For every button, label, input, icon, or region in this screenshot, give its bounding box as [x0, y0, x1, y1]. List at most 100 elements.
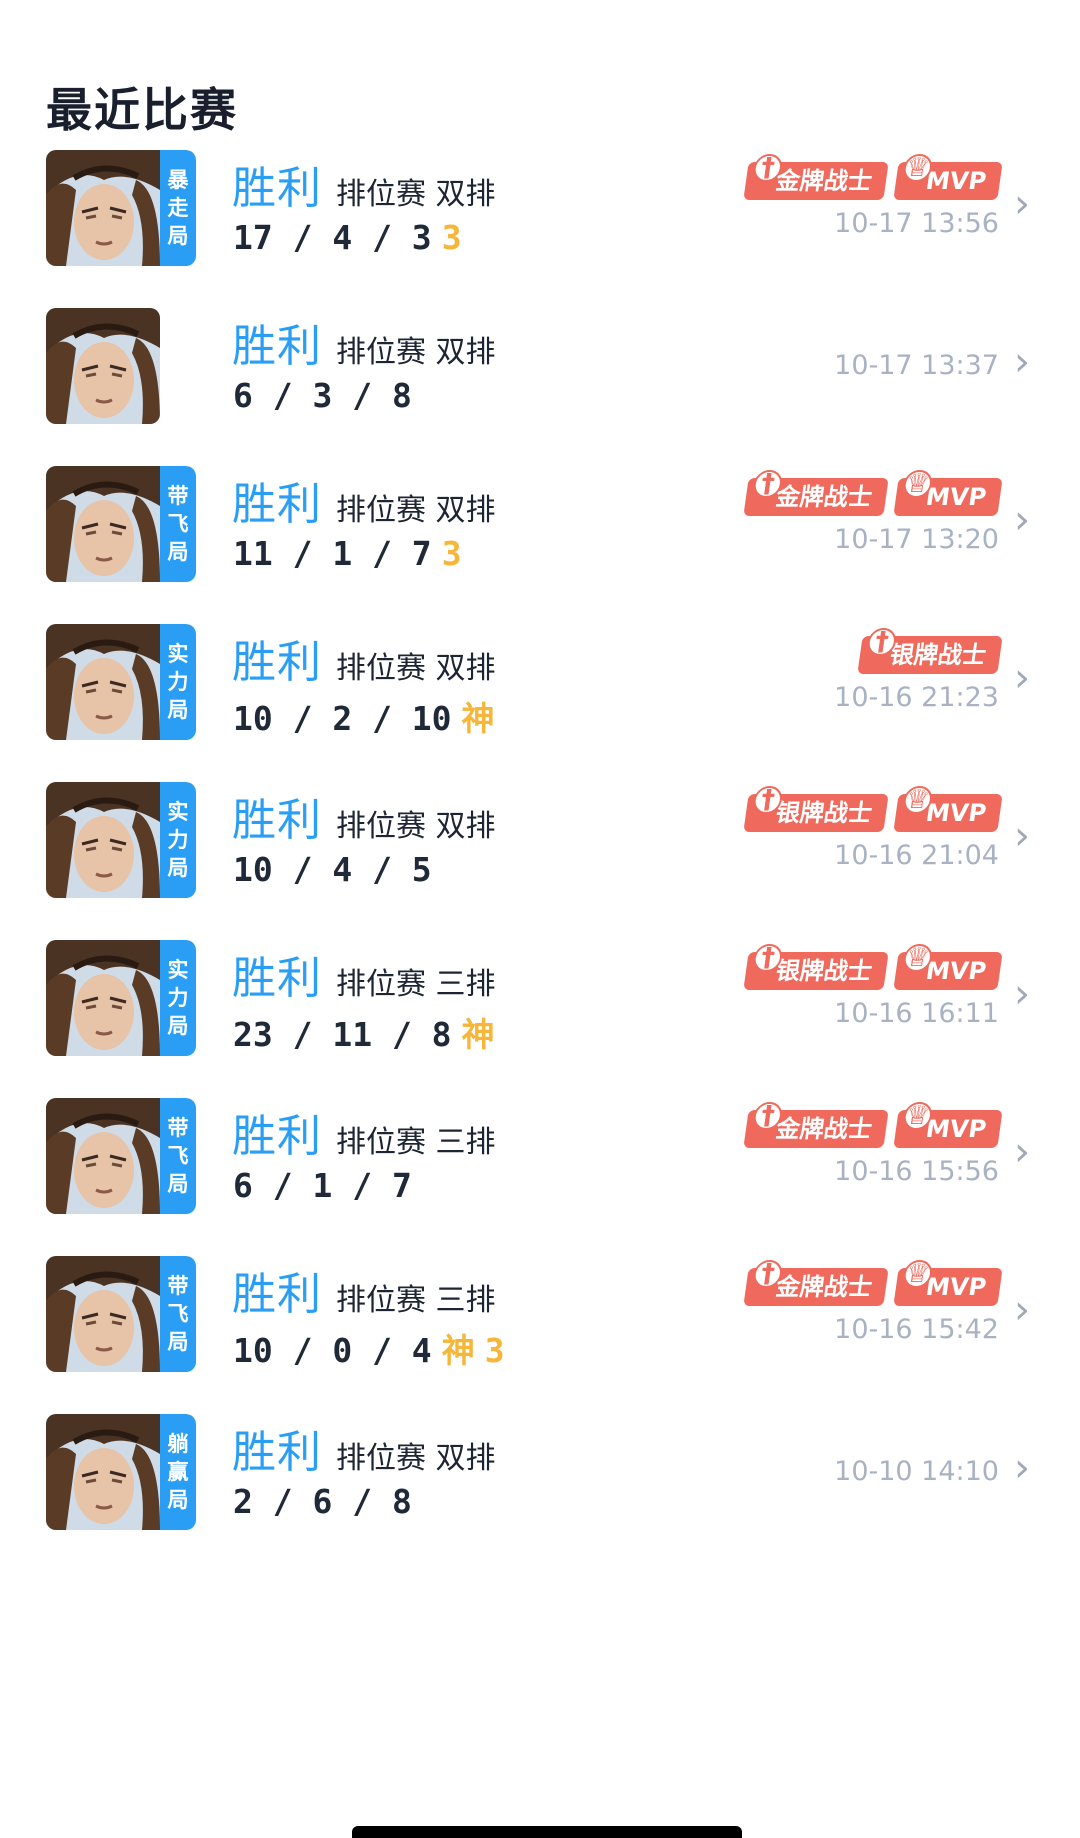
badge-label: MVP — [923, 1115, 988, 1143]
match-tag-char: 力 — [167, 670, 189, 694]
badge-mvp: ♕ MVP — [893, 153, 1003, 200]
hero-avatar: 躺赢局 — [46, 1414, 196, 1530]
match-tag: 带飞局 — [160, 1098, 196, 1214]
performance-flag: 神 — [441, 1331, 475, 1370]
kda-line: 17 / 4 / 33 — [233, 218, 462, 257]
badge-medal: † 金牌战士 — [743, 469, 889, 516]
match-tag-char: 局 — [167, 1330, 189, 1354]
match-row[interactable]: 带飞局胜利 排位赛 三排 10 / 0 / 4 神 3 † 金牌战士 ♕ MVP 10-16 15… — [0, 1256, 1080, 1386]
match-mode: 排位赛 三排 — [336, 967, 496, 1002]
match-result: 胜利 — [232, 1269, 322, 1320]
hero-portrait-icon — [46, 308, 160, 424]
match-tag-char: 飞 — [167, 1144, 189, 1168]
chevron-right-icon[interactable]: › — [1014, 1448, 1038, 1488]
match-time: 10-17 13:20 — [834, 524, 999, 555]
performance-flag: 3 — [441, 218, 462, 257]
match-tag-char: 暴 — [167, 168, 189, 192]
match-tag-char: 躺 — [167, 1432, 189, 1456]
hero-avatar — [46, 308, 160, 424]
chevron-right-icon[interactable]: › — [1014, 658, 1038, 698]
badge-group: † 金牌战士 ♕ MVP — [743, 469, 1003, 518]
badge-mvp: ♕ MVP — [893, 785, 1003, 832]
performance-flag: 神 — [461, 1015, 495, 1054]
match-time: 10-16 16:11 — [834, 998, 999, 1029]
kda-value: 2 / 6 / 8 — [233, 1482, 412, 1521]
badge-mvp: ♕ MVP — [893, 1259, 1003, 1306]
match-tag: 暴走局 — [160, 150, 196, 266]
chevron-right-icon[interactable]: › — [1014, 342, 1038, 382]
match-row[interactable]: 实力局胜利 排位赛 双排 10 / 2 / 10 神 † 银牌战士 10-16 21:23 › — [0, 624, 1080, 754]
kda-value: 23 / 11 / 8 — [233, 1015, 452, 1054]
hero-portrait-icon — [46, 1098, 160, 1214]
chevron-right-icon[interactable]: › — [1014, 1132, 1038, 1172]
kda-value: 10 / 4 / 5 — [233, 850, 432, 889]
match-tag: 躺赢局 — [160, 1414, 196, 1530]
match-row[interactable]: 带飞局胜利 排位赛 双排 11 / 1 / 7 3 † 金牌战士 ♕ MVP 10-17 13:… — [0, 466, 1080, 596]
match-row[interactable]: 暴走局胜利 排位赛 双排 17 / 4 / 3 3 † 金牌战士 ♕ MVP 10-17 13:… — [0, 150, 1080, 280]
match-tag-char: 实 — [167, 642, 189, 666]
badge-group: † 银牌战士 ♕ MVP — [743, 943, 1003, 992]
kda-line: 2 / 6 / 8 — [233, 1482, 412, 1521]
kda-value: 10 / 2 / 10 — [233, 699, 452, 738]
chevron-right-icon[interactable]: › — [1014, 1290, 1038, 1330]
hero-avatar: 实力局 — [46, 624, 196, 740]
badge-label: MVP — [923, 799, 988, 827]
match-tag-char: 飞 — [167, 1302, 189, 1326]
kda-line: 10 / 2 / 10 神 — [233, 692, 495, 740]
badge-label: MVP — [923, 957, 988, 985]
match-result: 胜利 — [232, 637, 322, 688]
match-tag-char: 赢 — [167, 1460, 189, 1484]
match-tag-char: 飞 — [167, 512, 189, 536]
chevron-right-icon[interactable]: › — [1014, 184, 1038, 224]
avatar-wrap: 实力局 — [46, 624, 196, 740]
match-tag-char: 局 — [167, 698, 189, 722]
match-mode: 排位赛 三排 — [336, 1283, 496, 1318]
kda-value: 6 / 1 / 7 — [233, 1166, 412, 1205]
match-tag-char: 带 — [167, 1274, 189, 1298]
match-row[interactable]: 实力局胜利 排位赛 双排 10 / 4 / 5 † 银牌战士 ♕ MVP 10-16 21:0… — [0, 782, 1080, 912]
chevron-right-icon[interactable]: › — [1014, 974, 1038, 1014]
match-mode: 排位赛 双排 — [336, 335, 496, 370]
badge-label: 银牌战士 — [773, 957, 874, 985]
hero-avatar: 带飞局 — [46, 1098, 196, 1214]
hero-portrait-icon — [46, 782, 160, 898]
chevron-right-icon[interactable]: › — [1014, 816, 1038, 856]
avatar-wrap: 实力局 — [46, 782, 196, 898]
badge-medal: † 金牌战士 — [743, 153, 889, 200]
badge-medal: † 金牌战士 — [743, 1101, 889, 1148]
kda-value: 17 / 4 / 3 — [233, 218, 432, 257]
match-result: 胜利 — [232, 795, 322, 846]
badge-group: † 金牌战士 ♕ MVP — [743, 1101, 1003, 1150]
avatar-wrap: 带飞局 — [46, 1098, 196, 1214]
avatar-wrap: 暴走局 — [46, 150, 196, 266]
badge-medal: † 金牌战士 — [743, 1259, 889, 1306]
chevron-right-icon[interactable]: › — [1014, 500, 1038, 540]
match-time: 10-16 15:56 — [834, 1156, 999, 1187]
hero-portrait-icon — [46, 624, 160, 740]
badge-group: † 金牌战士 ♕ MVP — [743, 153, 1003, 202]
match-row[interactable]: 带飞局胜利 排位赛 三排 6 / 1 / 7 † 金牌战士 ♕ MVP 10-16 15:56… — [0, 1098, 1080, 1228]
avatar-wrap: 带飞局 — [46, 466, 196, 582]
badge-label: 银牌战士 — [888, 641, 988, 669]
hero-portrait-icon — [46, 150, 160, 266]
kda-line: 23 / 11 / 8神 — [233, 1008, 495, 1056]
kda-line: 6 / 1 / 7 — [233, 1166, 412, 1205]
match-row[interactable]: 躺赢局胜利 排位赛 双排 2 / 6 / 8 10-10 14:10 › — [0, 1414, 1080, 1544]
match-tag-char: 实 — [167, 800, 189, 824]
kda-line: 10 / 0 / 4神3 — [233, 1324, 505, 1372]
badge-label: MVP — [923, 167, 988, 195]
match-time: 10-16 21:04 — [834, 840, 999, 871]
hero-portrait-icon — [46, 1256, 160, 1372]
kda-value: 11 / 1 / 7 — [233, 534, 432, 573]
match-tag-char: 力 — [167, 986, 189, 1010]
match-row[interactable]: 实力局胜利 排位赛 三排 23 / 11 / 8 神 † 银牌战士 ♕ MVP 10-16 16… — [0, 940, 1080, 1070]
hero-avatar: 带飞局 — [46, 466, 196, 582]
match-tag-char: 走 — [167, 196, 189, 220]
kda-line: 6 / 3 / 8 — [233, 376, 412, 415]
match-mode: 排位赛 三排 — [336, 1125, 496, 1160]
match-tag-char: 局 — [167, 1488, 189, 1512]
kda-value: 6 / 3 / 8 — [233, 376, 412, 415]
match-mode: 排位赛 双排 — [336, 493, 496, 528]
match-row[interactable]: 胜利 排位赛 双排 6 / 3 / 8 10-17 13:37 › — [0, 308, 1080, 438]
match-result: 胜利 — [232, 479, 322, 530]
